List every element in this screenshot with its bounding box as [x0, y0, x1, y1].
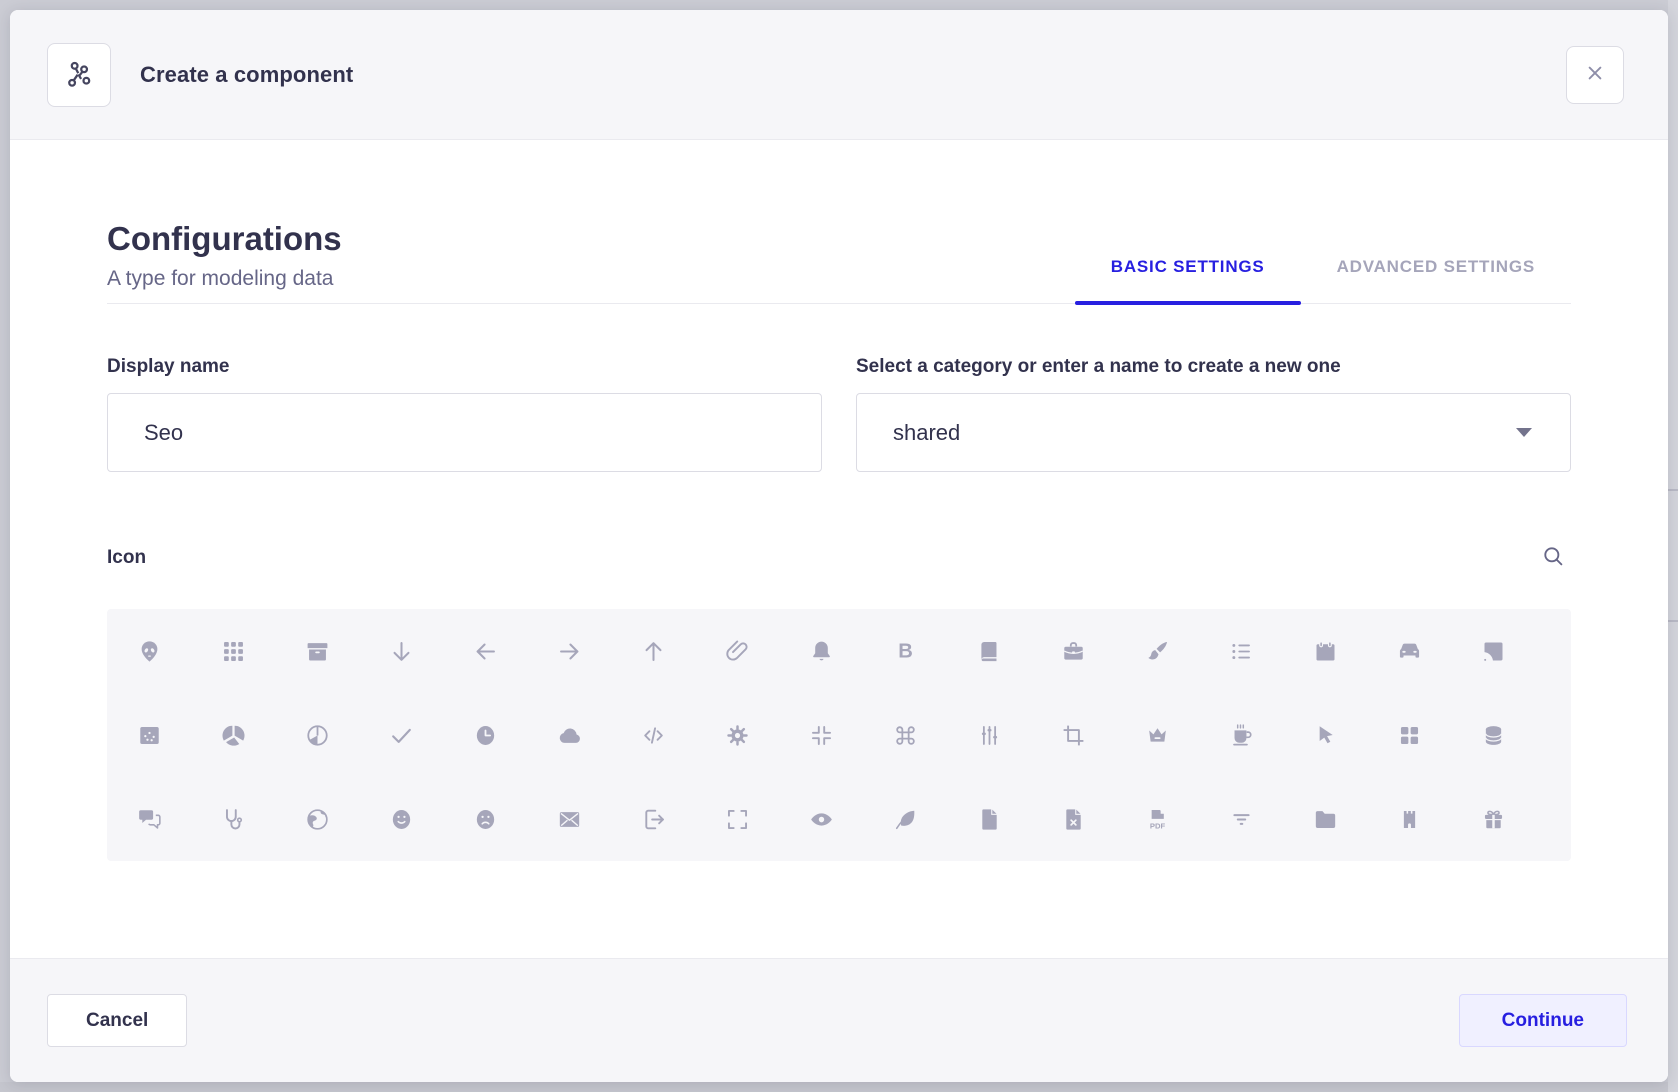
- cup-icon[interactable]: [1199, 693, 1283, 777]
- expand-icon[interactable]: [695, 777, 779, 861]
- bell-icon[interactable]: [779, 609, 863, 693]
- arrow-left-icon[interactable]: [443, 609, 527, 693]
- search-button[interactable]: [1535, 538, 1571, 577]
- cloud-icon[interactable]: [527, 693, 611, 777]
- modal-title: Create a component: [140, 62, 353, 88]
- earth-icon[interactable]: [275, 777, 359, 861]
- doctor-icon[interactable]: [191, 777, 275, 861]
- background-page-divider: [1668, 620, 1678, 622]
- background-page-divider: [1668, 489, 1678, 491]
- background-page-edge: [1668, 0, 1678, 1092]
- component-icon: [47, 43, 111, 107]
- clock-icon[interactable]: [443, 693, 527, 777]
- emotion-happy-icon[interactable]: [359, 777, 443, 861]
- icon-grid-row: PDF: [107, 777, 1571, 861]
- folder-icon[interactable]: [1283, 777, 1367, 861]
- icon-picker-label: Icon: [107, 547, 146, 569]
- crown-icon[interactable]: [1115, 693, 1199, 777]
- close-button[interactable]: [1566, 46, 1624, 104]
- icon-grid-row: B: [107, 609, 1571, 693]
- section-head: Configurations A type for modeling data …: [107, 220, 1571, 304]
- cursor-icon[interactable]: [1283, 693, 1367, 777]
- check-icon[interactable]: [359, 693, 443, 777]
- svg-text:PDF: PDF: [1149, 821, 1165, 830]
- display-name-label: Display name: [107, 356, 822, 378]
- exit-icon[interactable]: [611, 777, 695, 861]
- form-row: Display name Select a category or enter …: [107, 356, 1571, 472]
- discuss-icon[interactable]: [107, 777, 191, 861]
- gift-icon[interactable]: [1451, 777, 1535, 861]
- attachment-icon[interactable]: [695, 609, 779, 693]
- file-pdf-icon[interactable]: PDF: [1115, 777, 1199, 861]
- display-name-input[interactable]: [107, 393, 822, 472]
- feather-icon[interactable]: [863, 777, 947, 861]
- filter-icon[interactable]: [1199, 777, 1283, 861]
- calendar-icon[interactable]: [1283, 609, 1367, 693]
- search-icon: [1539, 542, 1567, 573]
- arrow-down-icon[interactable]: [359, 609, 443, 693]
- dashboard-icon[interactable]: [1367, 693, 1451, 777]
- modal-footer: Cancel Continue: [10, 958, 1668, 1082]
- tab-basic-settings[interactable]: BASIC SETTINGS: [1075, 237, 1301, 303]
- tab-advanced-settings[interactable]: ADVANCED SETTINGS: [1301, 237, 1571, 303]
- car-icon[interactable]: [1367, 609, 1451, 693]
- code-icon[interactable]: [611, 693, 695, 777]
- archive-icon[interactable]: [275, 609, 359, 693]
- continue-button[interactable]: Continue: [1459, 994, 1627, 1047]
- command-icon[interactable]: [863, 693, 947, 777]
- gate-icon[interactable]: [1367, 777, 1451, 861]
- icon-grid-row: [107, 693, 1571, 777]
- cancel-button[interactable]: Cancel: [47, 994, 187, 1047]
- database-icon[interactable]: [1451, 693, 1535, 777]
- bullet-list-icon[interactable]: [1199, 609, 1283, 693]
- cog-icon[interactable]: [695, 693, 779, 777]
- connector-icon[interactable]: [947, 693, 1031, 777]
- modal-header: Create a component: [10, 10, 1668, 140]
- arrow-up-icon[interactable]: [611, 609, 695, 693]
- eye-icon[interactable]: [779, 777, 863, 861]
- chart-bubble-icon[interactable]: [107, 693, 191, 777]
- svg-text:B: B: [898, 640, 913, 662]
- chart-circle-icon[interactable]: [191, 693, 275, 777]
- arrow-right-icon[interactable]: [527, 609, 611, 693]
- create-component-modal: Create a component Configurations A type…: [10, 10, 1668, 1082]
- icon-picker-head: Icon: [107, 538, 1571, 577]
- envelope-icon[interactable]: [527, 777, 611, 861]
- file-error-icon[interactable]: [1031, 777, 1115, 861]
- briefcase-icon[interactable]: [1031, 609, 1115, 693]
- brush-icon[interactable]: [1115, 609, 1199, 693]
- apps-icon[interactable]: [191, 609, 275, 693]
- modal-body: Configurations A type for modeling data …: [10, 140, 1668, 958]
- book-icon[interactable]: [947, 609, 1031, 693]
- chart-pie-icon[interactable]: [275, 693, 359, 777]
- category-select-value: shared: [893, 420, 960, 446]
- category-label: Select a category or enter a name to cre…: [856, 356, 1571, 378]
- icon-grid: B PDF: [107, 609, 1571, 861]
- section-subtitle: A type for modeling data: [107, 267, 342, 291]
- chevron-down-icon: [1516, 428, 1532, 437]
- file-icon[interactable]: [947, 777, 1031, 861]
- emotion-unhappy-icon[interactable]: [443, 777, 527, 861]
- bold-icon[interactable]: B: [863, 609, 947, 693]
- category-select[interactable]: shared: [856, 393, 1571, 472]
- collapse-icon[interactable]: [779, 693, 863, 777]
- background-page-edge: [0, 1082, 1668, 1092]
- close-icon: [1582, 60, 1608, 89]
- alien-icon[interactable]: [107, 609, 191, 693]
- crop-icon[interactable]: [1031, 693, 1115, 777]
- settings-tabs: BASIC SETTINGSADVANCED SETTINGS: [1075, 237, 1571, 303]
- cast-icon[interactable]: [1451, 609, 1535, 693]
- section-title: Configurations: [107, 220, 342, 258]
